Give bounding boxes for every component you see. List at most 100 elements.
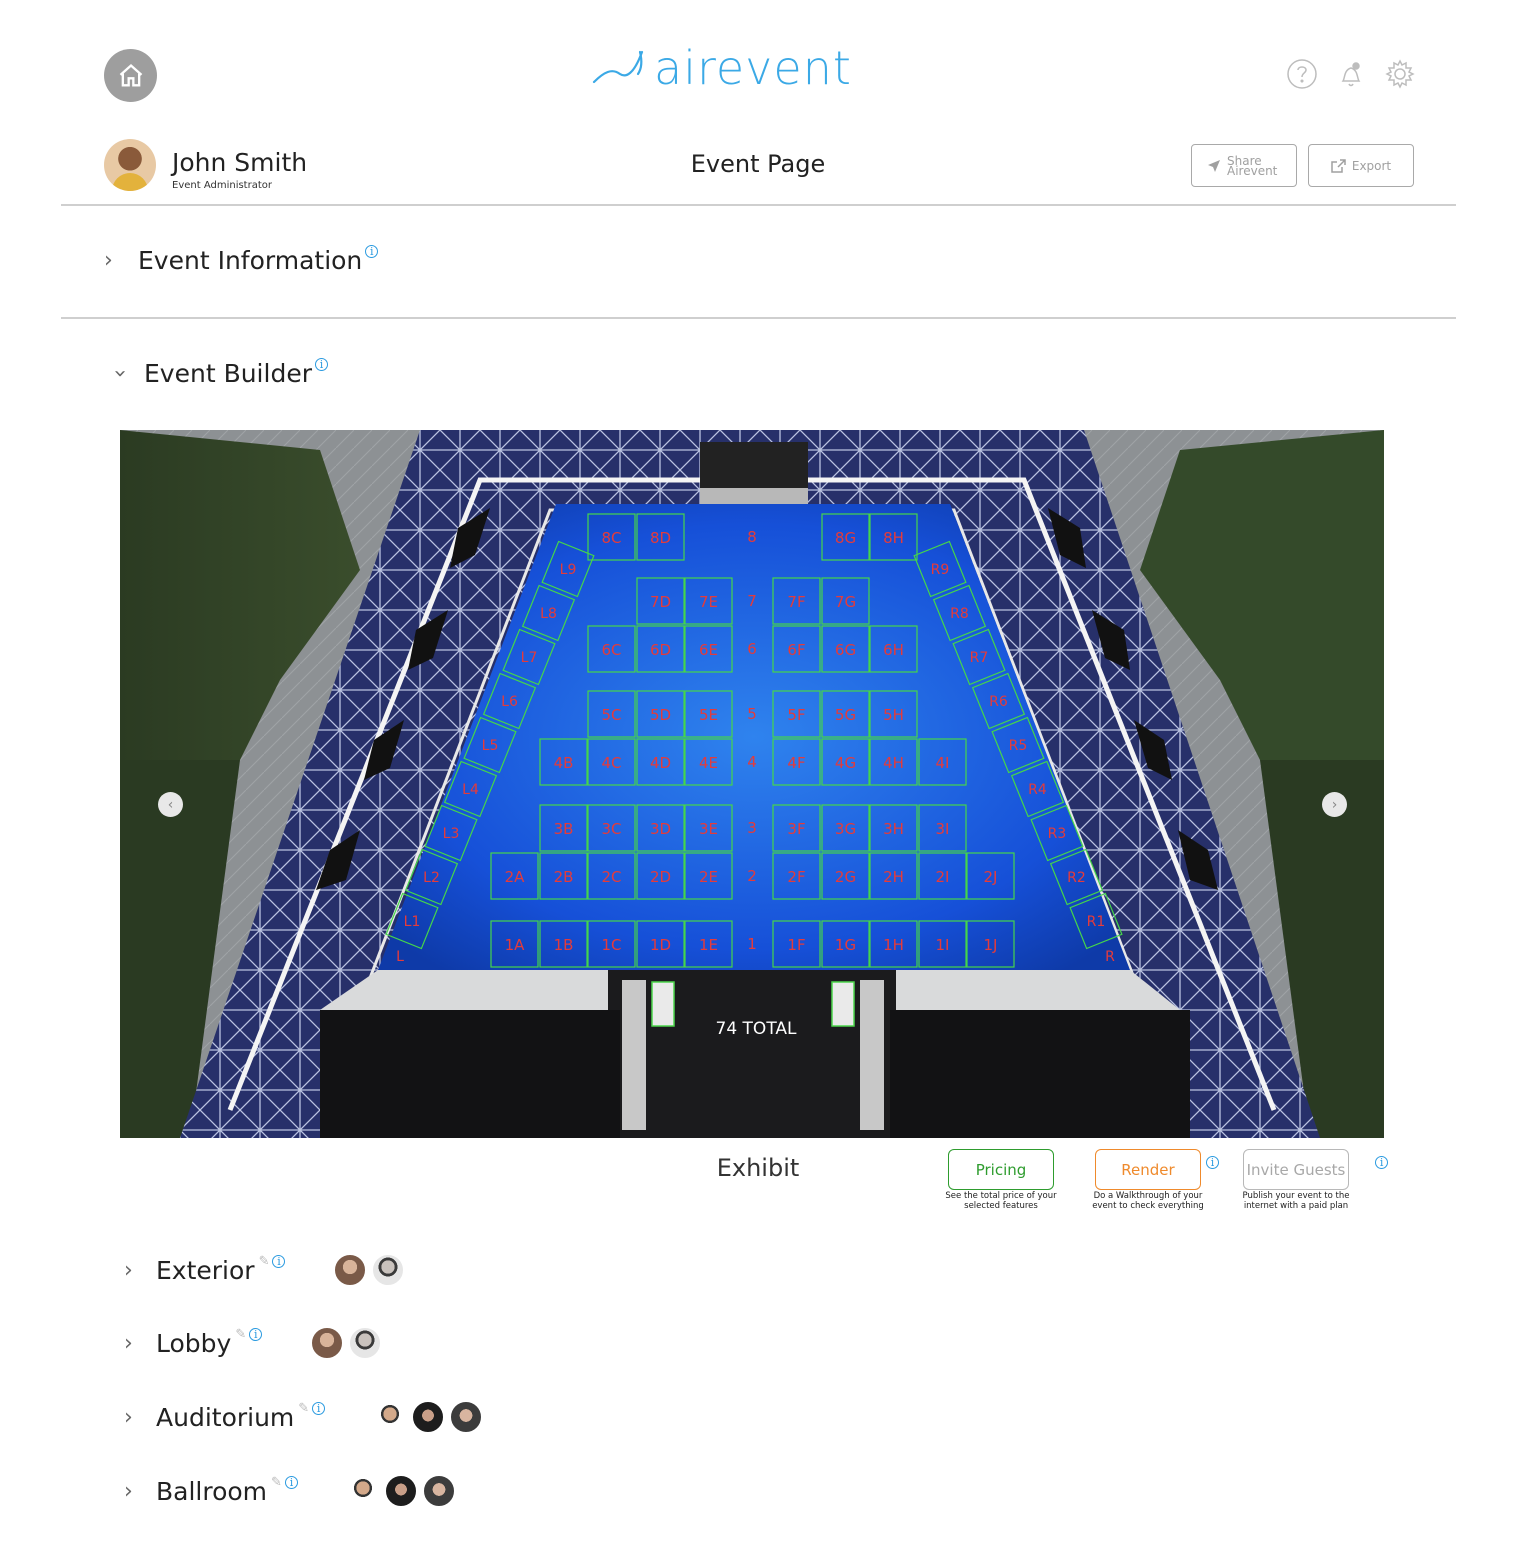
pricing-note: See the total price of your selected fea… — [945, 1191, 1057, 1211]
bell-icon — [1341, 62, 1361, 87]
side-booth-label: L6 — [501, 694, 518, 710]
export-label: Export — [1351, 158, 1392, 173]
collaborator-avatar[interactable] — [373, 1400, 408, 1434]
space-row-auditorium[interactable]: › Auditorium ✎ i — [124, 1400, 484, 1434]
row-number-label: 4 — [747, 753, 757, 771]
render-button[interactable]: Render — [1095, 1149, 1201, 1190]
booth-label: 8G — [835, 529, 856, 547]
collaborator-avatar[interactable] — [449, 1400, 484, 1434]
page-title: Event Page — [690, 150, 826, 178]
booth-label: 2G — [835, 868, 856, 886]
booth-label: 7F — [787, 593, 805, 611]
side-booth-label: R2 — [1067, 870, 1086, 886]
booth-label: 6G — [835, 641, 856, 659]
venue-floorplan[interactable]: 8C 8D 8G 8H 7D 7E 7F 7G 6C 6D 6E 6F 6G 6H 5C 5D 5E 5F 5G 5H… — [120, 430, 1384, 1138]
airevent-logo: airevent — [590, 36, 870, 100]
booth-label: 7D — [650, 593, 671, 611]
info-icon[interactable]: i — [1375, 1156, 1389, 1169]
booth-label: 4D — [650, 754, 671, 772]
pencil-icon[interactable]: ✎ — [235, 1327, 246, 1342]
booth-label: 1F — [787, 936, 805, 954]
booth-label: 4G — [835, 754, 856, 772]
side-booth-label: L1 — [404, 914, 421, 930]
booth-l-end[interactable]: L — [396, 949, 404, 965]
user-name: John Smith — [172, 148, 308, 177]
next-arrow-button[interactable]: › — [1322, 792, 1347, 817]
booth-label: 1C — [601, 936, 621, 954]
previous-arrow-button[interactable]: ‹ — [158, 792, 183, 817]
booth-label: 5E — [699, 706, 718, 724]
booth-label: 3F — [787, 820, 805, 838]
info-icon[interactable]: i — [312, 1401, 326, 1415]
notifications-button[interactable] — [1335, 58, 1367, 90]
help-button[interactable] — [1286, 58, 1318, 90]
booth-label: 3I — [936, 820, 950, 838]
booth-label: 5D — [650, 706, 671, 724]
booth-label: 8C — [601, 529, 621, 547]
invite-guests-button[interactable]: Invite Guests — [1243, 1149, 1349, 1190]
side-booth-label: R1 — [1087, 914, 1106, 930]
chevron-right-icon: › — [124, 1257, 133, 1283]
booth-label: 6F — [787, 641, 805, 659]
side-booth-label: L4 — [462, 782, 479, 798]
info-icon[interactable]: i — [272, 1254, 286, 1268]
booth-label: 3E — [699, 820, 718, 838]
collaborator-avatar[interactable] — [421, 1474, 456, 1508]
booth-label: 4I — [936, 754, 950, 772]
booth-label: 7E — [699, 593, 718, 611]
booth-label: 1B — [554, 936, 574, 954]
collaborator-avatar[interactable] — [371, 1253, 406, 1287]
booth-label: 7G — [835, 593, 856, 611]
pricing-button[interactable]: Pricing — [948, 1149, 1054, 1190]
logo-swoosh-icon — [592, 50, 644, 84]
row-number-label: 8 — [747, 528, 757, 546]
row-number-label: 1 — [747, 935, 757, 953]
pencil-icon[interactable]: ✎ — [298, 1401, 309, 1416]
space-row-lobby[interactable]: › Lobby ✎ i — [124, 1326, 383, 1360]
share-button[interactable]: Share Airevent — [1191, 144, 1297, 187]
divider — [61, 204, 1456, 206]
booth-r-end[interactable]: R — [1105, 949, 1115, 965]
collaborator-avatar[interactable] — [310, 1326, 345, 1360]
booth-label: 5H — [883, 706, 904, 724]
home-button[interactable] — [104, 49, 157, 102]
pencil-icon[interactable]: ✎ — [259, 1254, 270, 1269]
booth-label: 1E — [699, 936, 718, 954]
space-name: Exterior — [156, 1255, 255, 1285]
booth-label: 1A — [505, 936, 526, 954]
booth-label: 4F — [787, 754, 805, 772]
side-booth-label: R4 — [1028, 782, 1047, 798]
collaborator-avatar[interactable] — [333, 1253, 368, 1287]
event-information-toggle[interactable]: › Event Information i — [104, 245, 379, 275]
settings-button[interactable] — [1384, 58, 1416, 90]
booth-label: 4B — [554, 754, 574, 772]
row-number-label: 5 — [747, 705, 757, 723]
info-icon[interactable]: i — [314, 358, 328, 371]
side-booth-label: R5 — [1009, 738, 1028, 754]
booth-label: 1J — [984, 936, 998, 954]
space-row-ballroom[interactable]: › Ballroom ✎ i — [124, 1474, 456, 1508]
collaborator-avatar[interactable] — [411, 1400, 446, 1434]
collaborator-avatar[interactable] — [345, 1474, 380, 1508]
booth-label: 2J — [984, 868, 998, 886]
collaborator-avatar[interactable] — [383, 1474, 418, 1508]
export-icon — [1331, 158, 1346, 173]
info-icon[interactable]: i — [284, 1475, 298, 1489]
export-button[interactable]: Export — [1308, 144, 1414, 187]
info-icon[interactable]: i — [365, 245, 379, 258]
pencil-icon[interactable]: ✎ — [271, 1475, 282, 1490]
info-icon[interactable]: i — [249, 1327, 263, 1341]
user-avatar[interactable] — [104, 139, 156, 191]
logo-text: airevent — [654, 41, 852, 95]
space-row-exterior[interactable]: › Exterior ✎ i — [124, 1253, 406, 1287]
gear-icon — [1385, 59, 1415, 89]
collaborator-avatar[interactable] — [348, 1326, 383, 1360]
info-icon[interactable]: i — [1206, 1156, 1219, 1169]
event-builder-toggle[interactable]: › Event Builder i — [108, 358, 328, 388]
home-icon — [119, 63, 142, 86]
side-booth-label: R9 — [931, 562, 950, 578]
side-booth-label: R7 — [970, 650, 989, 666]
side-booth-label: L7 — [521, 650, 538, 666]
booth-label: 5C — [601, 706, 621, 724]
booth-label: 8D — [650, 529, 671, 547]
